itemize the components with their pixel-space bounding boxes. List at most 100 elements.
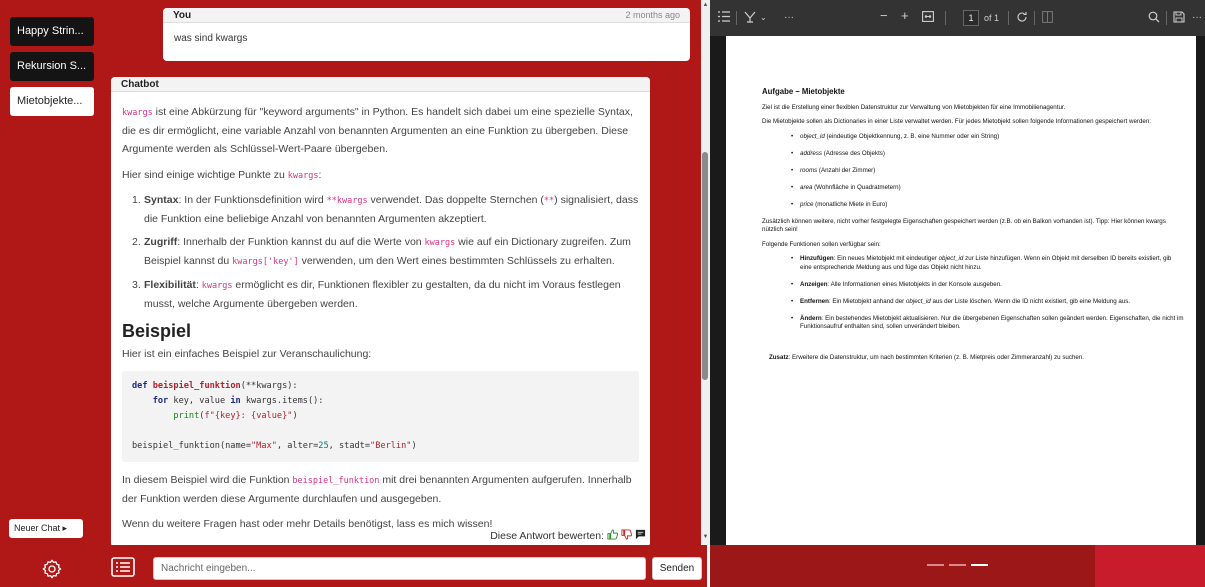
toolbar-divider <box>1034 11 1035 25</box>
field-name: rooms <box>800 166 818 174</box>
scroll-down-arrow-icon[interactable]: ▼ <box>702 534 709 540</box>
page-indicator-dash[interactable] <box>927 564 944 566</box>
scrollbar-thumb[interactable] <box>702 152 708 380</box>
field-desc: (Adresse des Objekts) <box>822 149 885 157</box>
list-item: 1. Syntax: In der Funktionsdefinition wi… <box>122 191 639 228</box>
toolbar-divider <box>1166 11 1167 25</box>
function-emphasis: object_id <box>905 297 931 305</box>
message-author: You <box>173 10 192 21</box>
list-item: 3. Flexibilität: kwargs ermöglicht es di… <box>122 276 639 313</box>
bot-message: Chatbot kwargs ist eine Abkürzung für "k… <box>111 77 650 545</box>
points-intro: Hier sind einige wichtige Punkte zu kwar… <box>122 166 639 185</box>
pdf-viewer: ⌄ ··· − + 1 of 1 ··· Aufgabe – Mietobjek… <box>710 0 1205 545</box>
code-function: beispiel_funktion <box>152 381 241 391</box>
chat-panel: You 2 months ago was sind kwargs Chatbot… <box>103 0 707 545</box>
user-message: You 2 months ago was sind kwargs <box>163 8 690 61</box>
list-item: rooms (Anzahl der Zimmer) <box>791 166 1184 176</box>
code-text: , alter= <box>276 441 319 451</box>
chat-item[interactable]: Happy Strin... <box>10 17 94 46</box>
thumbs-up-icon[interactable] <box>607 529 619 543</box>
code-string: f"{key}: {value}" <box>204 411 293 421</box>
inline-code: kwargs['key'] <box>232 257 299 267</box>
code-block: def beispiel_funktion(**kwargs): for key… <box>122 371 639 462</box>
outro-text: In diesem Beispiel wird die Funktion <box>122 474 293 486</box>
point-text: : Innerhalb der Funktion kannst du auf d… <box>177 236 425 248</box>
point-text: verwenden, um den Wert eines bestimmten … <box>298 255 615 267</box>
list-item: Entfernen: Ein Mietobjekt anhand der obj… <box>791 297 1184 307</box>
settings-gear-icon[interactable] <box>41 558 63 583</box>
point-title: Syntax <box>144 194 179 206</box>
page-indicator-dash[interactable] <box>949 564 966 566</box>
function-text: : Ein bestehendes Mietobjekt aktualisier… <box>800 314 1184 331</box>
pdf-function-list: Hinzufügen: Ein neues Mietobjekt mit ein… <box>791 255 1184 332</box>
comment-icon[interactable] <box>635 529 646 543</box>
fit-page-icon[interactable] <box>922 11 934 26</box>
bot-message-body: kwargs ist eine Abkürzung für "keyword a… <box>111 92 650 533</box>
zoom-out-button[interactable]: − <box>880 9 888 22</box>
rating-label: Diese Antwort bewerten: <box>490 530 604 542</box>
inline-code: ** <box>543 196 555 206</box>
chat-item-active[interactable]: Mietobjekte... <box>10 87 94 116</box>
code-text: , stadt= <box>328 441 371 451</box>
list-item: Anzeigen: Alle Informationen eines Mieto… <box>791 280 1184 290</box>
pdf-bottom-bar <box>710 545 1205 587</box>
inline-code: kwargs <box>201 281 233 291</box>
function-text: : Ein neues Mietobjekt mit eindeutiger <box>833 255 939 262</box>
list-number: 3. <box>132 279 141 291</box>
inline-code: beispiel_funktion <box>292 476 380 486</box>
code-string: "Berlin" <box>370 441 412 451</box>
inline-code: kwargs <box>287 171 319 181</box>
zoom-in-button[interactable]: + <box>901 9 909 22</box>
code-builtin: print <box>173 411 200 421</box>
send-button[interactable]: Senden <box>652 557 702 580</box>
function-name: Anzeigen <box>800 280 828 288</box>
field-name: price <box>800 200 814 208</box>
chat-sidebar: Happy Strin... Rekursion S... Mietobjekt… <box>0 0 103 545</box>
menu-list-icon[interactable] <box>111 557 135 577</box>
chevron-down-icon[interactable]: ⌄ <box>760 11 767 24</box>
inline-code: kwargs <box>424 238 456 248</box>
field-name: object_id <box>800 132 825 140</box>
code-text: ) <box>411 441 417 451</box>
code-text: key, value <box>168 396 231 406</box>
message-input[interactable] <box>153 557 646 580</box>
two-page-view-icon[interactable] <box>1042 11 1053 27</box>
contents-list-icon[interactable] <box>718 11 730 26</box>
search-icon[interactable] <box>1148 11 1160 27</box>
points-intro-text: Hier sind einige wichtige Punkte zu <box>122 169 288 181</box>
chat-item[interactable]: Rekursion S... <box>10 52 94 81</box>
code-text: beispiel_funktion(name= <box>132 441 251 451</box>
function-text: : Alle Informationen eines Mietobjekts i… <box>827 280 1002 288</box>
field-desc: (eindeutige Objektkennung, z. B. eine Nu… <box>824 132 1000 140</box>
intro-text: ist eine Abkürzung für "keyword argument… <box>122 106 633 155</box>
message-text: was sind kwargs <box>174 33 248 44</box>
thumbs-down-icon[interactable] <box>621 529 633 543</box>
code-keyword: def <box>132 381 148 391</box>
message-author: Chatbot <box>121 79 159 90</box>
highlight-icon[interactable] <box>744 11 756 27</box>
message-header: You 2 months ago <box>163 8 690 23</box>
toolbar-divider <box>736 11 737 25</box>
rotate-icon[interactable] <box>1016 11 1028 27</box>
page-number-input[interactable]: 1 <box>963 10 979 26</box>
new-chat-button[interactable]: Neuer Chat ▸ <box>9 519 83 538</box>
pdf-paragraph: Folgende Funktionen sollen verfügbar sei… <box>762 240 881 248</box>
page-count: of 1 <box>984 13 1000 23</box>
more-options-icon[interactable]: ··· <box>784 11 794 24</box>
example-heading: Beispiel <box>122 321 192 341</box>
settings-more-icon[interactable]: ··· <box>1192 11 1202 24</box>
function-name: Entfernen <box>800 297 829 305</box>
list-item: 2. Zugriff: Innerhalb der Funktion kanns… <box>122 233 639 271</box>
scroll-up-arrow-icon[interactable]: ▲ <box>702 2 709 8</box>
field-desc: (Wohnfläche in Quadratmetern) <box>812 183 901 191</box>
point-text: : In der Funktionsdefinition wird <box>178 194 327 206</box>
function-emphasis: object_id <box>938 255 964 262</box>
function-text: : Ein Mietobjekt anhand der <box>828 297 906 305</box>
pdf-paragraph: Zusätzlich können weitere, nicht vorher … <box>762 217 1166 234</box>
page-indicator-dash-active[interactable] <box>971 564 988 566</box>
point-text: verwendet. Das doppelte Sternchen ( <box>367 194 544 206</box>
message-header: Chatbot <box>111 77 650 92</box>
save-icon[interactable] <box>1173 11 1185 27</box>
inline-code: kwargs <box>122 108 153 118</box>
code-text: kwargs.items(): <box>240 396 324 406</box>
